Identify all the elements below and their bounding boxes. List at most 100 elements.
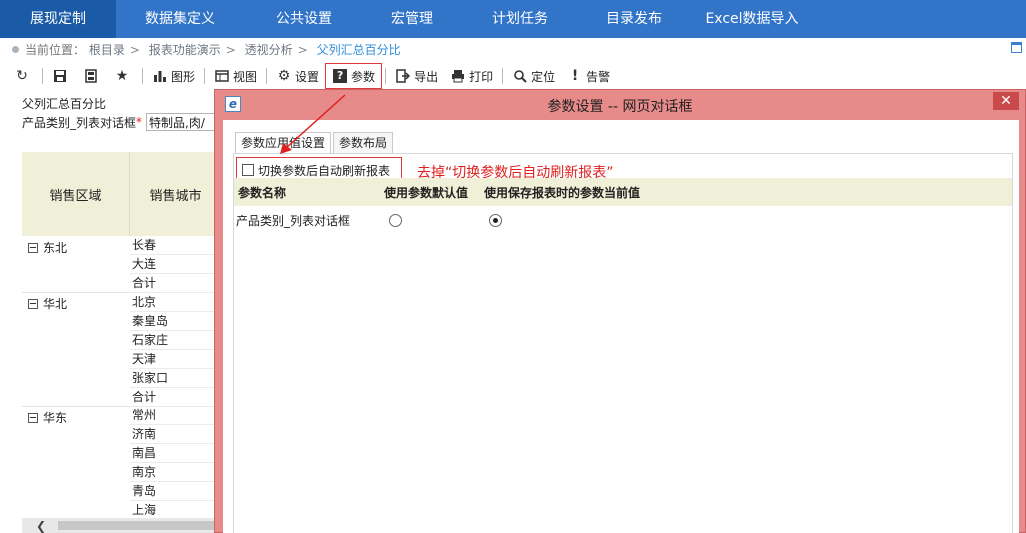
tab-param-values[interactable]: 参数应用值设置: [235, 132, 332, 154]
city-cell: 北京: [130, 293, 222, 312]
city-cell: 长春: [130, 236, 222, 255]
city-cell: 青岛: [130, 482, 222, 501]
close-button[interactable]: ✕: [993, 92, 1019, 110]
group-divider: [22, 292, 130, 293]
chart-label: 图形: [171, 69, 196, 84]
horizontal-scrollbar[interactable]: ❮: [22, 518, 222, 533]
toolbar-divider: [266, 68, 268, 84]
view-icon: [214, 68, 230, 84]
group-name: 华北: [43, 297, 68, 311]
required-mark: *: [136, 115, 143, 129]
auto-refresh-checkbox[interactable]: [242, 164, 254, 176]
save-button[interactable]: [46, 64, 77, 88]
breadcrumb-label: 当前位置：: [25, 43, 86, 57]
nav-item-schedule[interactable]: 计划任务: [460, 0, 580, 38]
param-row: 产品类别_列表对话框 * 特制品,肉/: [22, 113, 227, 131]
params-button[interactable]: ? 参数: [325, 63, 383, 89]
save-as-button[interactable]: [77, 64, 108, 88]
param-name-cell: 产品类别_列表对话框: [236, 214, 351, 228]
breadcrumb-separator: >: [225, 43, 236, 57]
scroll-thumb[interactable]: [58, 521, 218, 530]
col-use-default: 使用参数默认值: [384, 186, 469, 200]
dialog-body: 参数应用值设置 参数布局 切换参数后自动刷新报表 去掉“切换参数后自动刷新报表”…: [223, 120, 1019, 533]
city-cell: 上海: [130, 501, 222, 518]
collapse-icon[interactable]: [28, 242, 38, 253]
locate-button[interactable]: 定位: [506, 64, 561, 88]
breadcrumb-item-pivot[interactable]: 透视分析: [245, 43, 293, 57]
locate-label: 定位: [531, 69, 556, 84]
city-cell: 天津: [130, 350, 222, 369]
col-param-name: 参数名称: [238, 186, 287, 200]
exclamation-icon: !: [571, 68, 579, 84]
city-cell: 常州: [130, 406, 222, 425]
favorite-button[interactable]: ★: [108, 64, 139, 88]
toolbar-divider: [385, 68, 387, 84]
search-icon: [512, 68, 528, 84]
nav-item-dataset[interactable]: 数据集定义: [116, 0, 244, 38]
group-divider: [22, 406, 130, 407]
param-grid-header: 参数名称 使用参数默认值 使用保存报表时的参数当前值: [234, 178, 1012, 206]
print-button[interactable]: 打印: [444, 64, 499, 88]
print-label: 打印: [469, 69, 494, 84]
param-grid-row: 产品类别_列表对话框: [234, 206, 1012, 234]
window-controls: [1011, 42, 1022, 53]
alert-button[interactable]: ! 告警: [561, 64, 616, 88]
nav-item-public-settings[interactable]: 公共设置: [244, 0, 364, 38]
header-region: 销售区域: [22, 152, 130, 236]
tab-param-layout[interactable]: 参数布局: [333, 132, 394, 154]
top-nav: 展现定制 数据集定义 公共设置 宏管理 计划任务 目录发布 Excel数据导入: [0, 0, 1026, 38]
breadcrumb-item-root[interactable]: 根目录: [89, 43, 125, 57]
bar-chart-icon: [152, 68, 168, 84]
chart-button[interactable]: 图形: [146, 64, 201, 88]
group-name: 东北: [43, 241, 68, 255]
save-icon: [52, 68, 68, 84]
breadcrumb-current: 父列汇总百分比: [316, 43, 401, 57]
col-use-saved: 使用保存报表时的参数当前值: [484, 186, 641, 200]
city-cell: 济南: [130, 425, 222, 444]
param-settings-dialog: e 参数设置 -- 网页对话框 ✕ 参数应用值设置 参数布局 切换参数后自动刷新…: [214, 89, 1026, 533]
city-cell: 南昌: [130, 444, 222, 463]
group-huadong[interactable]: 华东: [22, 408, 130, 427]
group-name: 华东: [43, 411, 68, 425]
toolbar-divider: [42, 68, 43, 84]
header-city: 销售城市: [130, 152, 222, 236]
collapse-icon[interactable]: [28, 298, 38, 309]
printer-icon: [450, 68, 466, 84]
params-label: 参数: [351, 69, 376, 84]
report-table: 销售区域 销售城市 东北 长春 大连 合计 华北 北京 秦皇岛 石家庄 天津 张…: [22, 152, 222, 518]
city-cell: 张家口: [130, 369, 222, 388]
city-cell: 大连: [130, 255, 222, 274]
breadcrumb-item-demo[interactable]: 报表功能演示: [149, 43, 221, 57]
group-dongbei[interactable]: 东北: [22, 238, 130, 257]
alert-label: 告警: [586, 69, 611, 84]
toolbar: ↻ ★ 图形 视图 ⚙ 设置 ? 参数 导出 打印 定位 ! 告警: [0, 62, 1026, 90]
use-saved-radio[interactable]: [489, 214, 502, 227]
export-button[interactable]: 导出: [389, 64, 444, 88]
export-label: 导出: [414, 69, 439, 84]
tab-panel: 切换参数后自动刷新报表 去掉“切换参数后自动刷新报表” 参数名称 使用参数默认值…: [233, 153, 1013, 533]
view-button[interactable]: 视图: [208, 64, 263, 88]
toolbar-divider: [142, 68, 143, 84]
maximize-icon[interactable]: [1011, 42, 1022, 53]
param-label: 产品类别_列表对话框: [22, 115, 137, 130]
use-default-radio[interactable]: [389, 214, 402, 227]
city-cell: 秦皇岛: [130, 312, 222, 331]
dialog-title: 参数设置 -- 网页对话框: [547, 99, 693, 115]
nav-item-excel-import[interactable]: Excel数据导入: [688, 0, 816, 38]
breadcrumb-separator: >: [297, 43, 308, 57]
nav-item-publish[interactable]: 目录发布: [580, 0, 688, 38]
refresh-button[interactable]: ↻: [8, 64, 39, 88]
scroll-left-icon[interactable]: ❮: [36, 519, 46, 533]
nav-item-display-custom[interactable]: 展现定制: [0, 0, 116, 38]
breadcrumb-separator: >: [129, 43, 140, 57]
group-huabei[interactable]: 华北: [22, 294, 130, 313]
settings-label: 设置: [295, 69, 320, 84]
settings-button[interactable]: ⚙ 设置: [270, 64, 325, 88]
nav-item-macro[interactable]: 宏管理: [364, 0, 460, 38]
city-cell: 合计: [130, 388, 222, 407]
toolbar-divider: [204, 68, 206, 84]
question-icon: ?: [332, 68, 348, 84]
dialog-titlebar[interactable]: e 参数设置 -- 网页对话框 ✕: [215, 90, 1025, 118]
report-title: 父列汇总百分比: [22, 97, 107, 111]
collapse-icon[interactable]: [28, 412, 38, 423]
